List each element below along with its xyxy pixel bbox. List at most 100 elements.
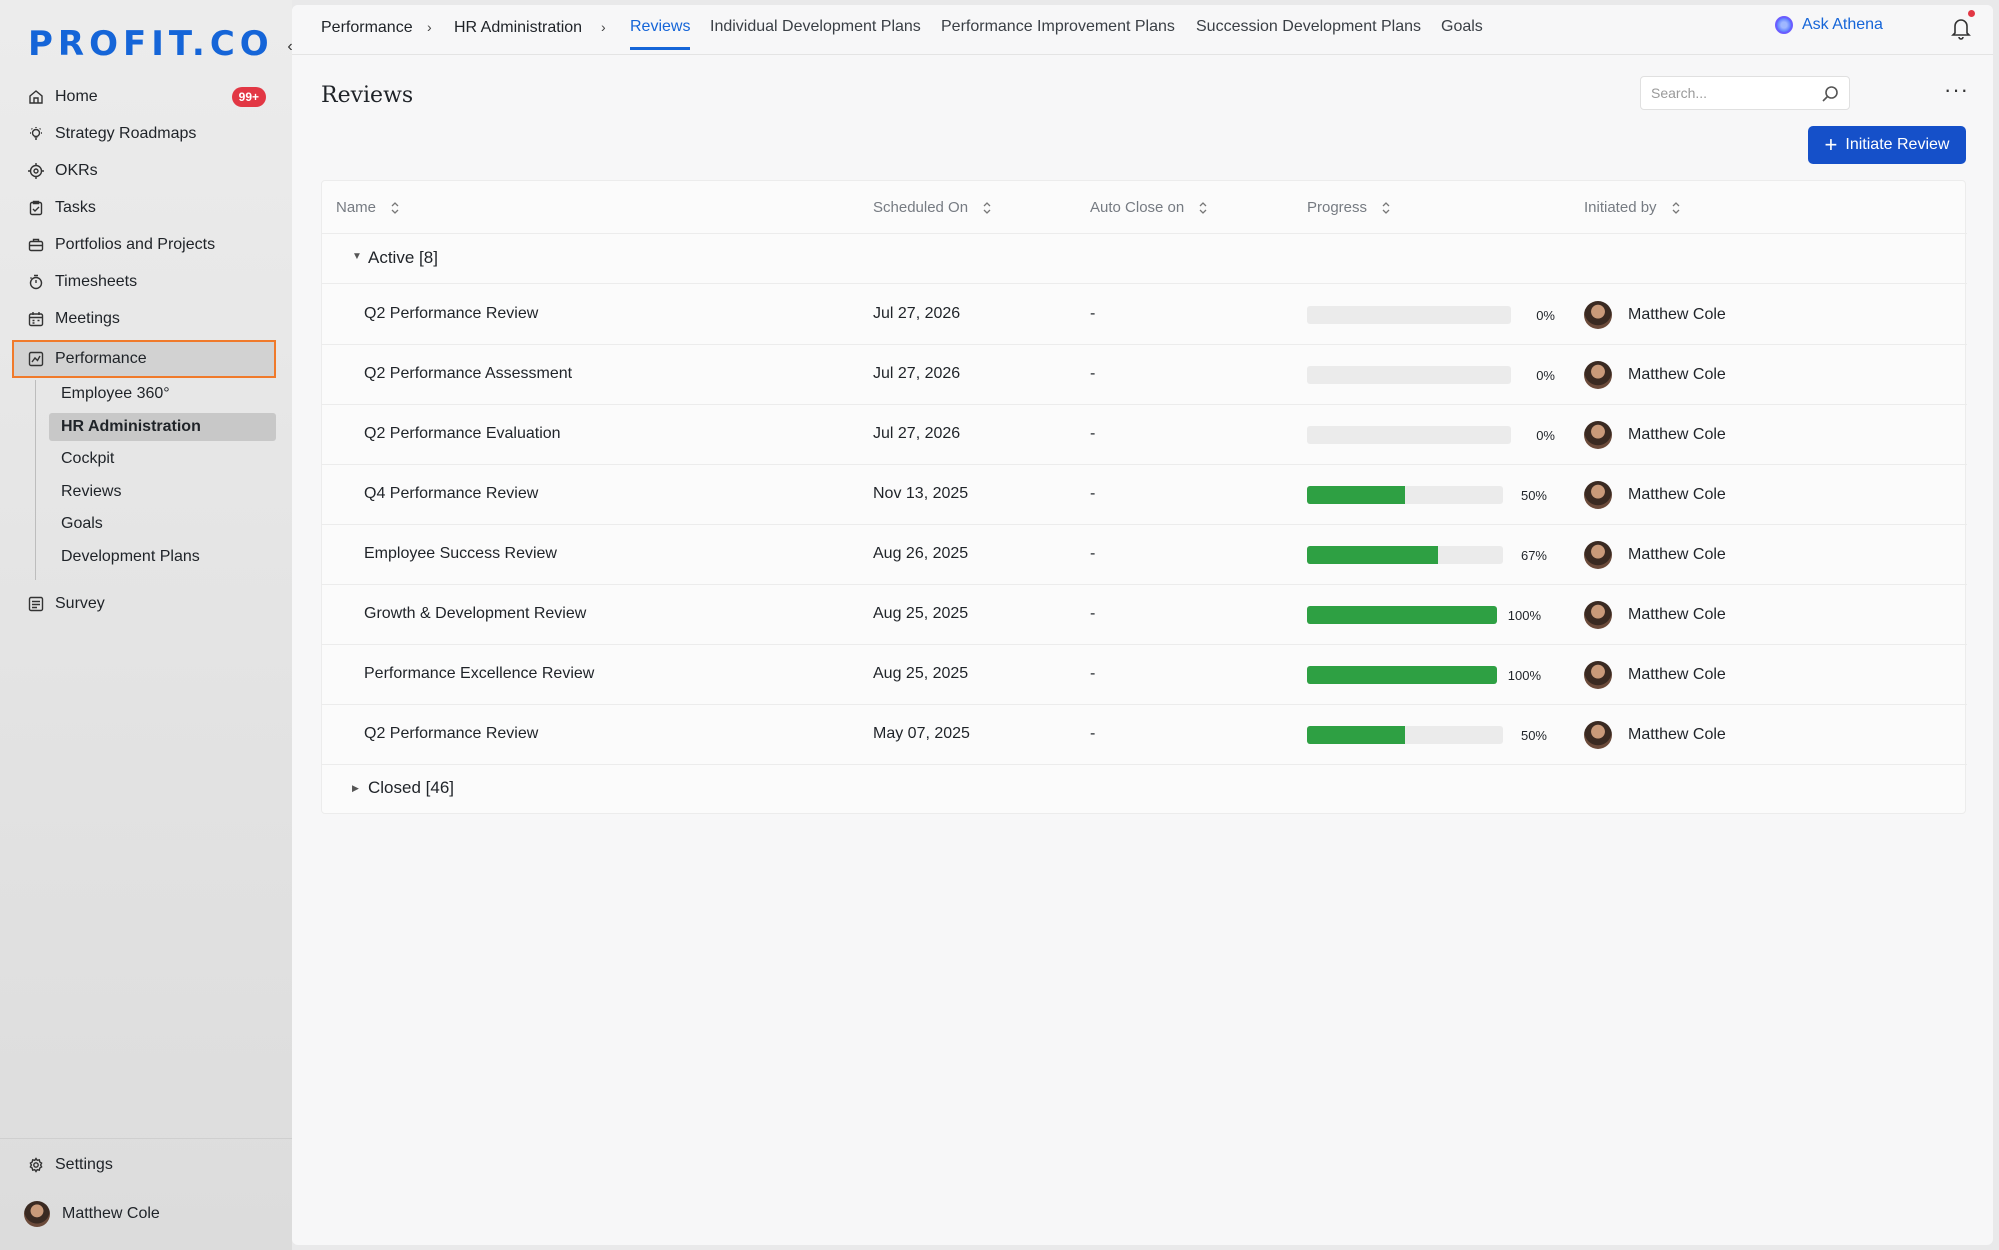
table-row[interactable]: Q4 Performance Review Nov 13, 2025 - 50% Mat… [322,465,1967,525]
table-row[interactable]: Q2 Performance Review May 07, 2025 - 50% Mat… [322,705,1967,765]
progress-percent: 100% [1507,608,1541,623]
initiate-review-label: Initiate Review [1845,136,1950,153]
caret-down-icon: ▼ [352,251,362,262]
review-name[interactable]: Q2 Performance Assessment [364,365,572,383]
tab-reviews[interactable]: Reviews [630,18,690,36]
scheduled-date: Jul 27, 2026 [873,425,961,442]
reviews-table: Name Scheduled On Auto Close on Progress… [321,180,1967,814]
group-label: Closed [46] [368,778,455,797]
sidebar-item-survey[interactable]: Survey [14,587,274,621]
table-row[interactable]: Q2 Performance Review Jul 27, 2026 - 0% Matt… [322,285,1967,345]
column-header-auto-close[interactable]: Auto Close on [1090,199,1208,216]
sidebar-item-label: OKRs [55,162,98,179]
progress-percent: 67% [1520,548,1547,563]
main-content: Performance › HR Administration › Review… [292,5,1993,1245]
subnav-item-employee-360[interactable]: Employee 360° [49,380,276,408]
table-row[interactable]: Growth & Development Review Aug 25, 2025 -… [322,585,1967,645]
tab-succession-development-plans[interactable]: Succession Development Plans [1196,18,1421,36]
progress-percent: 100% [1507,668,1541,683]
group-row-closed[interactable]: ▶ Closed [46] [322,764,1967,814]
column-header-scheduled-on[interactable]: Scheduled On [873,199,992,216]
sort-icon [983,201,991,214]
sidebar-item-label: Home [55,88,98,105]
sidebar-item-label: Timesheets [55,273,138,290]
sidebar-item-timesheets[interactable]: Timesheets [14,265,274,299]
progress-bar [1307,426,1511,444]
tab-individual-development-plans[interactable]: Individual Development Plans [710,18,921,36]
search-input[interactable] [1641,85,1811,101]
sidebar-item-tasks[interactable]: Tasks [14,191,274,225]
group-row-active[interactable]: ▼ Active [8] [322,234,1967,284]
review-name[interactable]: Growth & Development Review [364,605,586,623]
current-user[interactable]: Matthew Cole [24,1201,160,1227]
auto-close-value: - [1090,545,1096,562]
group-label: Active [8] [368,248,438,267]
review-name[interactable]: Performance Excellence Review [364,665,594,683]
initiator-name: Matthew Cole [1628,606,1726,623]
table-row[interactable]: Employee Success Review Aug 26, 2025 - 67% M… [322,525,1967,585]
clipboard-check-icon [28,200,44,216]
column-label: Name [336,199,377,216]
breadcrumb-separator: › [427,19,432,35]
sidebar-item-settings[interactable]: Settings [14,1148,274,1182]
sidebar-item-home[interactable]: Home 99+ [14,80,274,114]
sidebar-item-meetings[interactable]: Meetings [14,302,274,336]
avatar [24,1201,50,1227]
subnav-item-cockpit[interactable]: Cockpit [49,445,276,473]
scheduled-date: Aug 26, 2025 [873,545,969,562]
review-name[interactable]: Q2 Performance Evaluation [364,425,561,443]
progress-fill [1307,486,1405,504]
sidebar-item-okrs[interactable]: OKRs [14,154,274,188]
sidebar-item-label: Portfolios and Projects [55,236,216,253]
tab-performance-improvement-plans[interactable]: Performance Improvement Plans [941,18,1175,36]
subnav-item-hr-administration[interactable]: HR Administration [49,413,276,441]
survey-icon [28,596,44,612]
column-label: Auto Close on [1090,199,1185,216]
table-row[interactable]: Performance Excellence Review Aug 25, 202… [322,645,1967,705]
sidebar-item-portfolios[interactable]: Portfolios and Projects [14,228,274,262]
sidebar-item-strategy-roadmaps[interactable]: Strategy Roadmaps [14,117,274,151]
review-name[interactable]: Employee Success Review [364,545,557,563]
sidebar-item-performance[interactable]: Performance [12,340,276,378]
initiate-review-button[interactable]: + Initiate Review [1808,126,1966,164]
column-label: Progress [1307,199,1368,216]
progress-percent: 0% [1536,428,1555,443]
subnav-item-goals[interactable]: Goals [49,510,276,538]
search-icon[interactable] [1821,85,1839,103]
subnav-item-reviews[interactable]: Reviews [49,478,276,506]
review-name[interactable]: Q2 Performance Review [364,305,538,323]
breadcrumb-hr-administration[interactable]: HR Administration [454,19,582,37]
top-bar: Performance › HR Administration › Review… [292,5,1993,55]
notification-dot [1968,10,1975,17]
auto-close-value: - [1090,425,1096,442]
subnav-item-development-plans[interactable]: Development Plans [49,543,276,571]
initiator-name: Matthew Cole [1628,306,1726,323]
page-title: Reviews [321,83,414,108]
bell-icon[interactable] [1949,15,1973,41]
sidebar-item-label: Tasks [55,199,96,216]
ask-athena-button[interactable]: Ask Athena [1775,16,1883,34]
column-header-name[interactable]: Name [336,199,400,216]
column-header-initiated-by[interactable]: Initiated by [1584,199,1681,216]
search-box [1640,76,1850,110]
auto-close-value: - [1090,725,1096,742]
initiated-by: Matthew Cole [1584,481,1726,509]
progress-fill [1307,606,1497,624]
profitco-logo[interactable]: PROFIT.CO [28,24,274,64]
table-row[interactable]: Q2 Performance Evaluation Jul 27, 2026 - 0%… [322,405,1967,465]
tab-goals[interactable]: Goals [1441,18,1483,36]
table-row[interactable]: Q2 Performance Assessment Jul 27, 2026 - 0%… [322,345,1967,405]
review-name[interactable]: Q4 Performance Review [364,485,538,503]
sidebar-item-label: Meetings [55,310,120,327]
breadcrumb-performance[interactable]: Performance [321,19,413,37]
stopwatch-icon [28,274,44,290]
review-name[interactable]: Q2 Performance Review [364,725,538,743]
sidebar-item-label: Survey [55,595,105,612]
scheduled-date: Nov 13, 2025 [873,485,969,502]
column-header-progress[interactable]: Progress [1307,199,1391,216]
more-options-button[interactable]: ··· [1944,79,1969,101]
column-label: Initiated by [1584,199,1657,216]
progress-bar [1307,366,1511,384]
scheduled-date: May 07, 2025 [873,725,970,742]
sort-icon [391,201,399,214]
